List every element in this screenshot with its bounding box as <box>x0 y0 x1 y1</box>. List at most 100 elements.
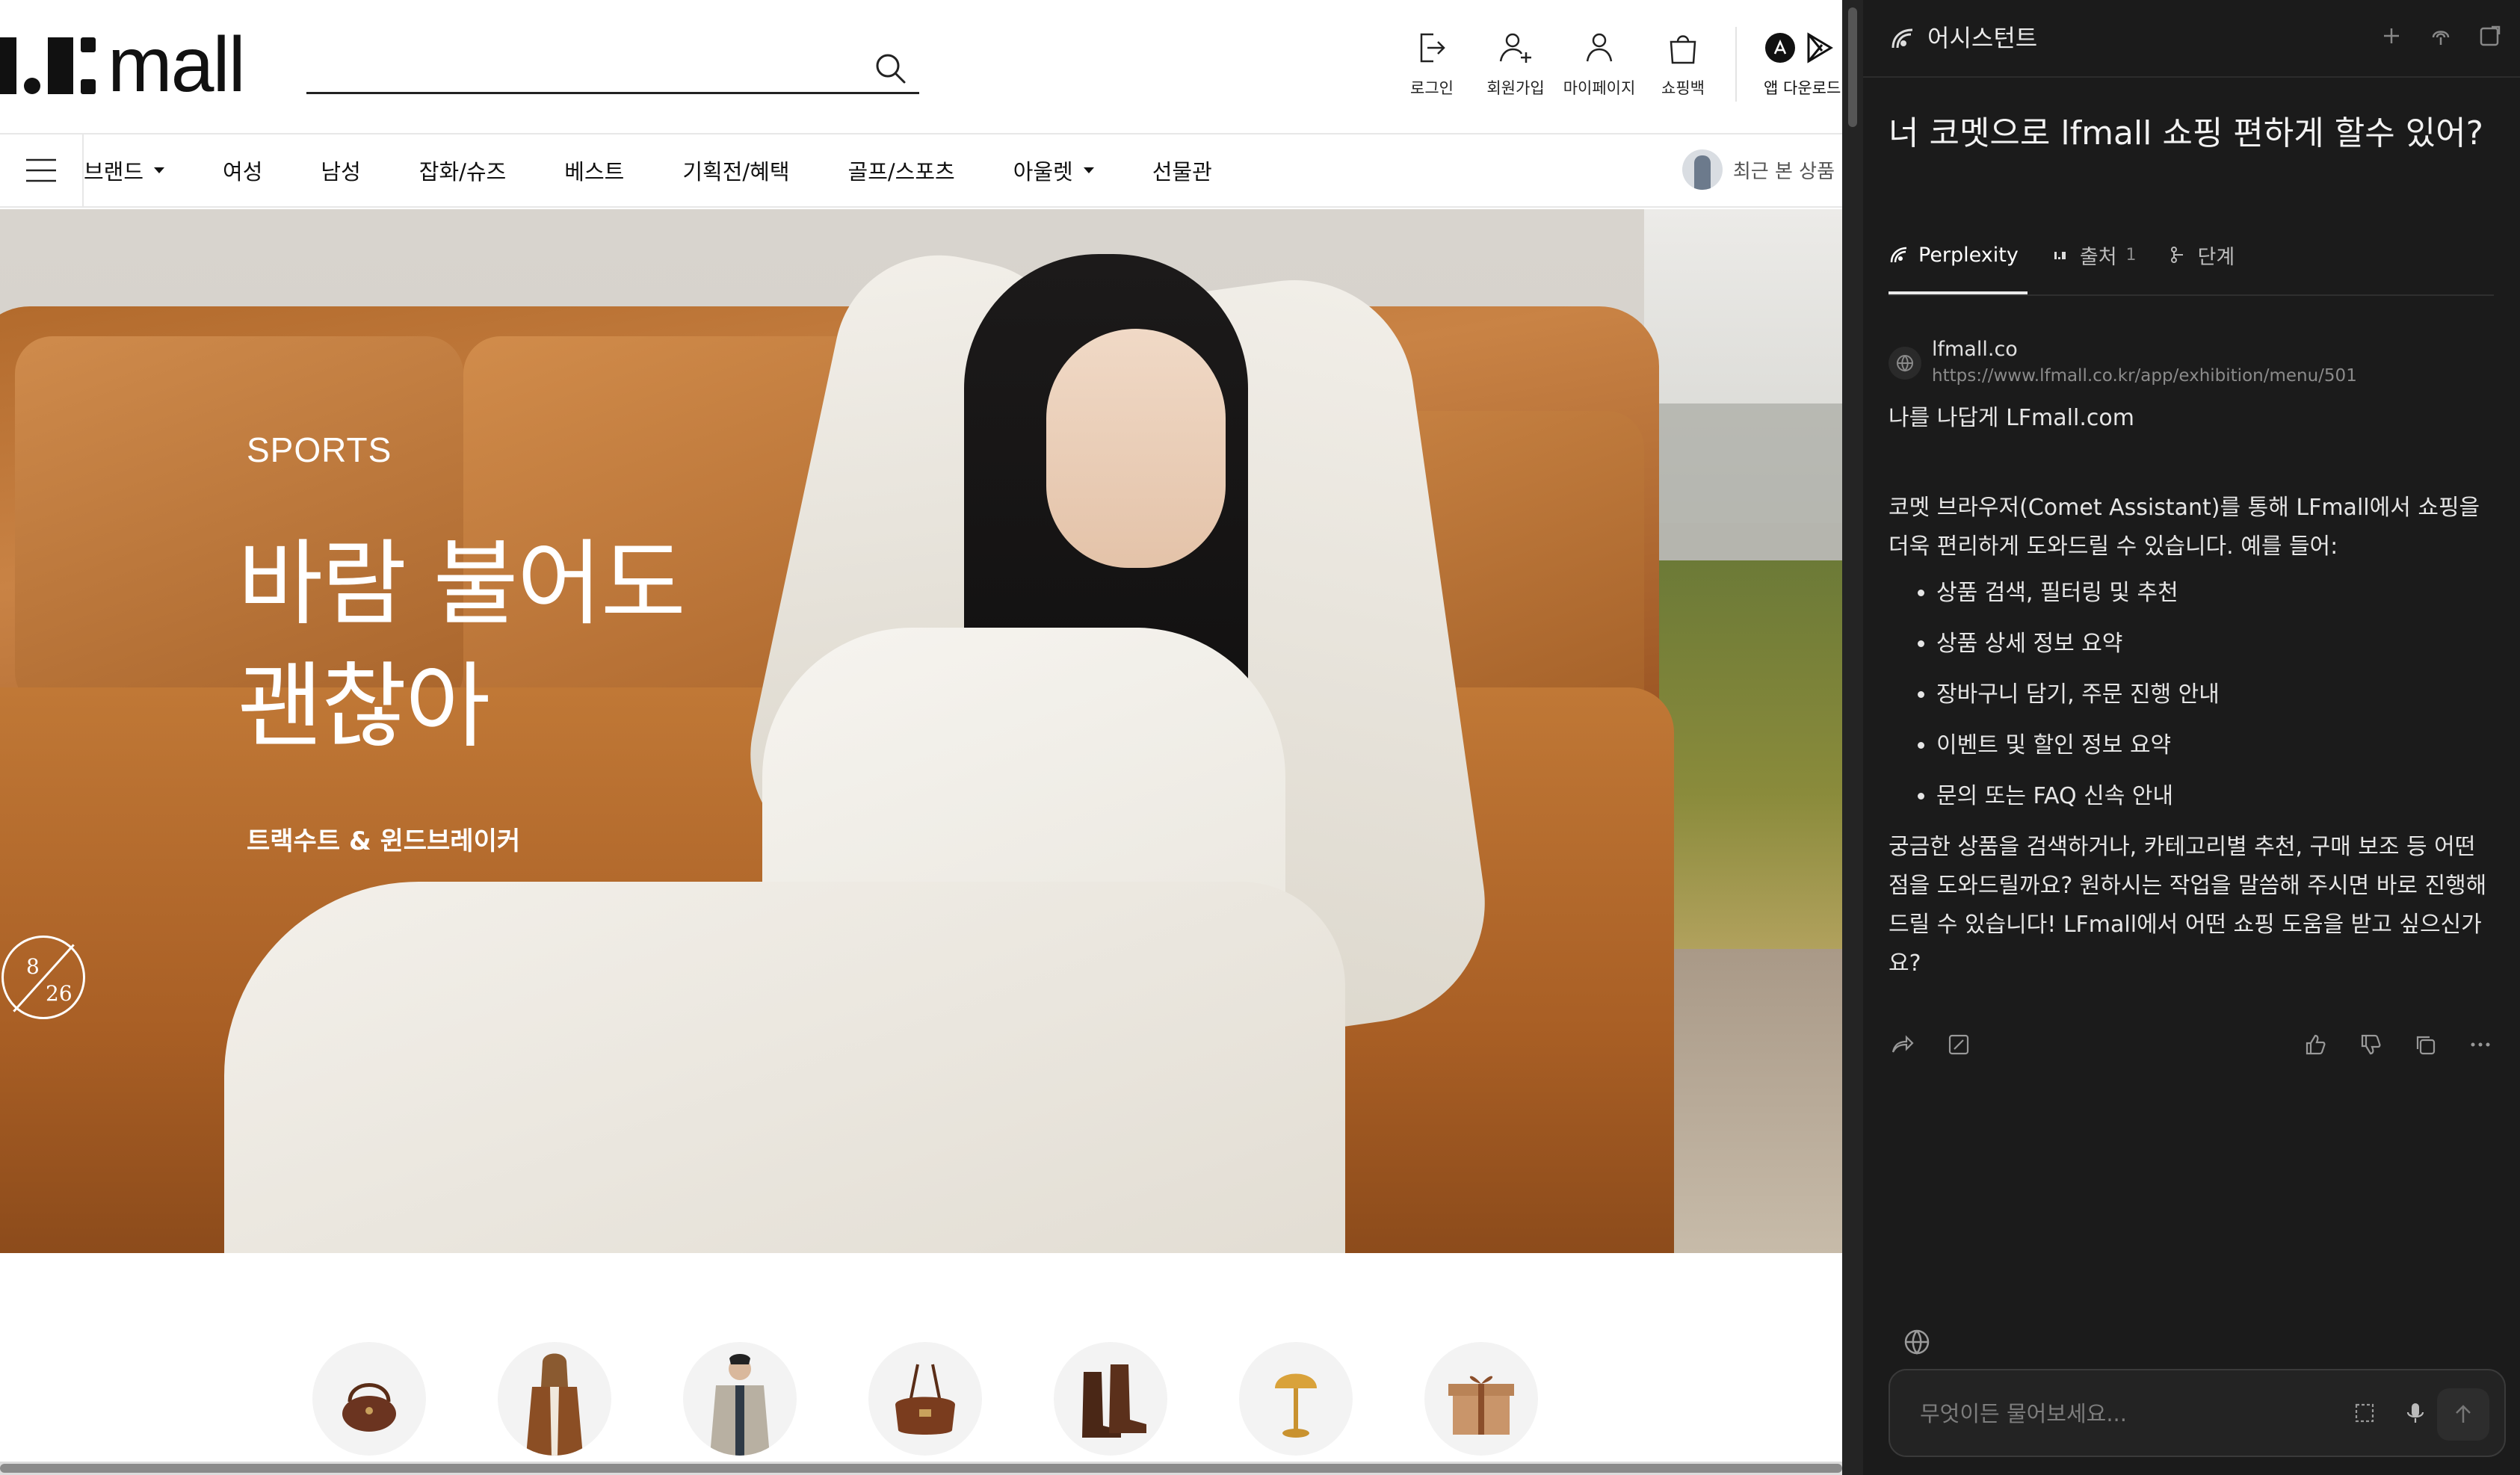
shopping-bag-label: 쇼핑백 <box>1661 79 1705 97</box>
add-user-icon <box>1499 33 1531 63</box>
broadcast-icon[interactable] <box>2427 22 2454 49</box>
category-bags[interactable] <box>868 1342 982 1456</box>
slide-current: 8 <box>26 954 40 979</box>
edit-icon[interactable] <box>1945 1031 1972 1058</box>
tab-sources-label: 출처 <box>2079 245 2117 269</box>
more-options-icon[interactable] <box>2467 1031 2494 1058</box>
source-page-title: 나를 나답게 LFmall.com <box>1889 405 2134 431</box>
open-window-icon[interactable] <box>2477 22 2504 49</box>
women-coat-icon <box>526 1353 583 1456</box>
composer-input[interactable] <box>1918 1393 2337 1435</box>
screenshot-select-icon[interactable] <box>2350 1399 2379 1427</box>
category-shoes[interactable] <box>1054 1342 1167 1456</box>
shopping-bag-icon <box>1670 35 1696 64</box>
recent-viewed-label: 최근 본 상품 <box>1732 160 1835 183</box>
shopping-bag-button[interactable]: 쇼핑백 <box>1641 27 1725 99</box>
source-favicon-icon <box>2054 252 2066 259</box>
arrow-up-icon <box>2456 1405 2471 1423</box>
tab-steps[interactable]: 단계 <box>2168 236 2235 273</box>
category-home[interactable] <box>1239 1342 1353 1456</box>
nav-item-label: 아울렛 <box>1013 159 1073 185</box>
nav-item[interactable]: 잡화/슈즈 <box>419 155 507 186</box>
perplexity-icon <box>1890 247 1907 263</box>
header-actions: 로그인 회원가입 마이페이지 쇼핑백 <box>1390 27 1725 99</box>
pane-resize-handle[interactable] <box>1842 0 1863 1475</box>
signup-label: 회원가입 <box>1486 79 1545 97</box>
thumbs-down-icon[interactable] <box>2356 1031 2383 1058</box>
nav-item[interactable]: 베스트 <box>564 155 624 186</box>
new-chat-icon[interactable] <box>2378 22 2405 49</box>
microphone-icon[interactable] <box>2401 1399 2430 1427</box>
category-women[interactable] <box>498 1342 611 1456</box>
nav-item-label: 잡화/슈즈 <box>419 159 507 185</box>
nav-items: 브랜드 여성 남성 잡화/슈즈 베스트 기획전/혜택 골프/스포츠 아울렛 선물관 <box>84 134 1270 206</box>
sources-count: 1 <box>2125 245 2137 265</box>
tab-sources[interactable]: 출처 1 <box>2050 236 2137 273</box>
slide-counter[interactable]: 8 26 <box>1 936 85 1019</box>
tab-divider <box>1889 294 2494 296</box>
share-icon[interactable] <box>1889 1031 1915 1058</box>
nav-item[interactable]: 선물관 <box>1152 155 1212 186</box>
signup-button[interactable]: 회원가입 <box>1474 27 1557 99</box>
nav-item[interactable]: 골프/스포츠 <box>848 155 955 186</box>
web-search-toggle-icon[interactable] <box>1902 1327 1932 1357</box>
list-item: 상품 상세 정보 요약 <box>1936 625 2492 664</box>
app-store-icon <box>1765 33 1795 63</box>
nav-item[interactable]: 여성 <box>223 155 262 186</box>
send-button[interactable] <box>2437 1388 2489 1441</box>
lf-logo-mark <box>0 36 108 94</box>
category-gift[interactable] <box>1424 1342 1538 1456</box>
nav-item[interactable]: 기획전/혜택 <box>682 155 789 186</box>
list-item: 문의 또는 FAQ 신속 안내 <box>1936 777 2492 816</box>
menu-button[interactable] <box>0 134 84 206</box>
answer-intro: 코멧 브라우저(Comet Assistant)를 통해 LFmall에서 쇼핑… <box>1889 495 2480 560</box>
category-circles <box>312 1342 1610 1456</box>
source-url[interactable]: https://www.lfmall.co.kr/app/exhibition/… <box>1932 366 2357 386</box>
login-icon <box>1420 33 1445 63</box>
recent-viewed-button[interactable]: 최근 본 상품 <box>1681 149 1835 190</box>
lfmall-logo[interactable]: mall <box>0 26 246 104</box>
vertical-scrollbar-thumb[interactable] <box>1848 7 1857 127</box>
list-item: 이벤트 및 할인 정보 요약 <box>1936 726 2492 765</box>
answer-actions <box>1889 1031 2494 1061</box>
search-icon[interactable] <box>871 49 910 88</box>
login-button[interactable]: 로그인 <box>1390 27 1474 99</box>
hamburger-icon <box>26 158 56 182</box>
nav-item-label: 선물관 <box>1152 159 1212 185</box>
nav-item-label: 기획전/혜택 <box>682 159 790 185</box>
google-play-icon <box>1807 32 1833 64</box>
nav-item-label: 브랜드 <box>84 159 144 185</box>
slide-total: 26 <box>46 981 72 1006</box>
hero-eyebrow: SPORTS <box>247 430 392 469</box>
caret-down-icon <box>1083 167 1094 173</box>
recent-product-thumbnail <box>1681 149 1723 190</box>
nav-item[interactable]: 브랜드 <box>84 155 165 186</box>
active-tab-indicator <box>1889 291 2028 294</box>
answer-body: 나를 나답게 LFmall.com 코멧 브라우저(Comet Assistan… <box>1889 399 2492 983</box>
nav-item-label: 골프/스포츠 <box>847 159 955 185</box>
category-men[interactable] <box>683 1342 797 1456</box>
header-divider <box>1735 27 1737 102</box>
nav-item-label: 베스트 <box>564 159 625 185</box>
mypage-button[interactable]: 마이페이지 <box>1557 27 1641 99</box>
shoulder-bag-icon <box>895 1364 955 1435</box>
horizontal-scrollbar[interactable] <box>0 1462 1842 1475</box>
men-jacket-icon <box>710 1354 770 1456</box>
nav-item[interactable]: 남성 <box>321 155 360 186</box>
composer <box>1889 1369 2506 1457</box>
category-handbag[interactable] <box>312 1342 426 1456</box>
hero-banner[interactable]: SPORTS 바람 불어도 괜찮아 트랙수트 & 윈드브레이커 8 26 <box>0 209 1842 1253</box>
search-input[interactable] <box>306 43 859 91</box>
scrollbar-thumb[interactable] <box>0 1464 1842 1473</box>
copy-icon[interactable] <box>2412 1031 2439 1058</box>
tab-perplexity[interactable]: Perplexity <box>1889 236 2019 273</box>
nav-item[interactable]: 아울렛 <box>1013 155 1094 186</box>
site-header: mall 로그인 회원가입 마이페이지 쇼핑백 앱 다운로드 <box>0 0 1842 133</box>
lfmall-page: mall 로그인 회원가입 마이페이지 쇼핑백 앱 다운로드 브랜드 여성 남성… <box>0 0 1842 1475</box>
app-download-button[interactable]: 앱 다운로드 <box>1764 27 1842 99</box>
user-question: 너 코멧으로 lfmall 쇼핑 편하게 할수 있어? <box>1889 114 2483 152</box>
assistant-panel: 어시스턴트 너 코멧으로 lfmall 쇼핑 편하게 할수 있어? Perple… <box>1863 0 2520 1475</box>
nav-item-label: 여성 <box>223 159 263 185</box>
thumbs-up-icon[interactable] <box>2301 1031 2328 1058</box>
app-download-label: 앱 다운로드 <box>1764 79 1841 97</box>
